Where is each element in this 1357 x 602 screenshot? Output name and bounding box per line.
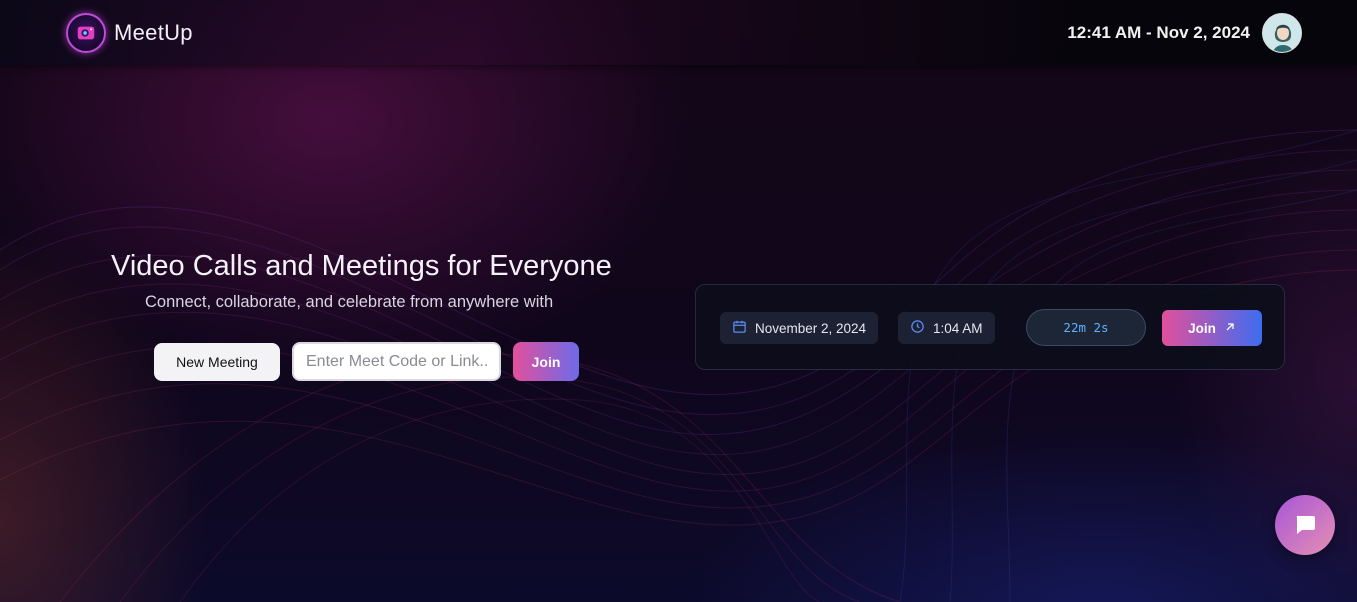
upcoming-meeting-card: November 2, 2024 1:04 AM 22m 2s Join [695,284,1285,370]
clock-icon [910,319,925,337]
join-scheduled-meeting-button[interactable]: Join [1162,310,1262,346]
current-datetime: 12:41 AM - Nov 2, 2024 [1067,22,1250,42]
user-avatar[interactable] [1262,12,1302,53]
calendar-icon [732,319,747,337]
meeting-date-chip: November 2, 2024 [720,312,879,344]
meeting-date: November 2, 2024 [755,320,867,336]
new-meeting-button[interactable]: New Meeting [154,342,280,381]
hero-subtitle: Connect, collaborate, and celebrate from… [145,293,554,311]
hero-title: Video Calls and Meetings for Everyone [111,250,612,282]
chat-button[interactable] [1275,495,1335,555]
join-button[interactable]: Join [513,342,579,381]
header-right: 12:41 AM - Nov 2, 2024 [1067,12,1302,53]
meeting-time-chip: 1:04 AM [898,312,995,344]
meeting-time: 1:04 AM [933,320,983,336]
arrow-up-right-icon [1224,321,1236,336]
join-scheduled-label: Join [1188,320,1216,336]
camera-icon [66,12,106,53]
app-name: MeetUp [114,19,193,45]
chat-bubble-icon [1293,512,1317,539]
meeting-countdown: 22m 2s [1026,309,1146,346]
brand[interactable]: MeetUp [66,12,193,53]
meeting-actions: New Meeting Join [154,342,579,381]
meet-code-input[interactable] [292,342,501,381]
top-header: MeetUp 12:41 AM - Nov 2, 2024 [0,0,1357,65]
